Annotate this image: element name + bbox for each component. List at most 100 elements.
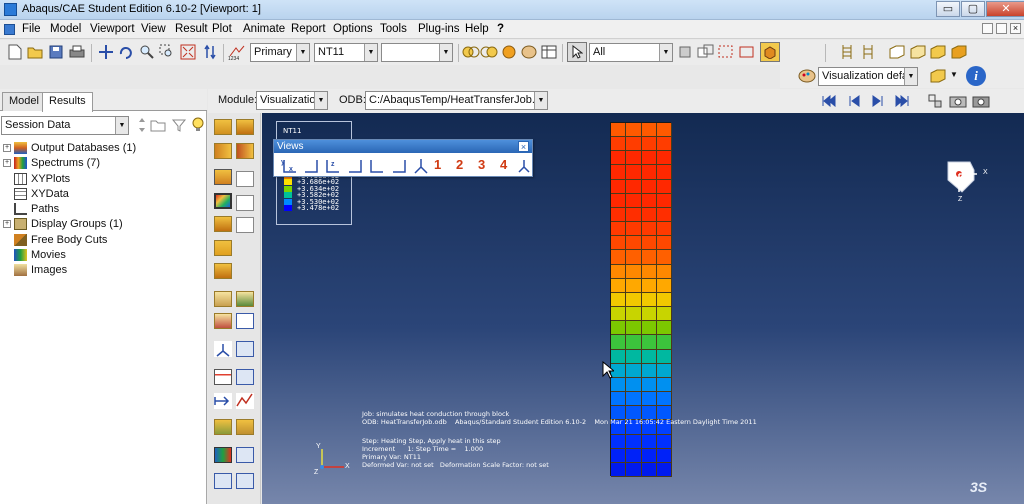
view-triad-icon[interactable]: [516, 157, 532, 175]
display-options-icon[interactable]: [929, 67, 947, 85]
plot-undeformed-icon[interactable]: [214, 119, 232, 135]
chevron-down-icon[interactable]: ▼: [364, 44, 377, 61]
menu-animate[interactable]: Animate: [243, 23, 285, 35]
open-folder-icon[interactable]: [26, 43, 44, 61]
report-field-output-icon[interactable]: [214, 369, 232, 385]
magnify-icon[interactable]: [138, 43, 156, 61]
stream-manager-icon[interactable]: [236, 419, 254, 435]
color-code-dialog-icon[interactable]: [214, 447, 232, 463]
last-frame-icon[interactable]: [893, 92, 911, 110]
allow-multiple-plots-icon[interactable]: [214, 216, 232, 232]
triad-icon[interactable]: [214, 341, 232, 357]
assign-color-icon[interactable]: [480, 43, 498, 61]
xy-curve-icon[interactable]: [236, 393, 254, 409]
component-selector[interactable]: ▼: [381, 43, 453, 62]
tab-model[interactable]: Model: [2, 92, 46, 111]
view-bottom-icon[interactable]: [390, 157, 408, 175]
tree-item-display-groups[interactable]: + Display Groups (1): [0, 217, 205, 232]
camera-alt-icon[interactable]: [972, 92, 990, 110]
user-view-3-button[interactable]: 3: [478, 157, 485, 175]
tree-item-output-databases[interactable]: + Output Databases (1): [0, 141, 205, 156]
step-selector[interactable]: Primary ▼: [250, 43, 310, 62]
box-zoom-icon[interactable]: [158, 43, 176, 61]
table-icon[interactable]: [540, 43, 558, 61]
context-help-icon[interactable]: ?: [497, 23, 504, 35]
views-close-icon[interactable]: ×: [518, 141, 529, 152]
menu-model[interactable]: Model: [50, 23, 81, 35]
odb-select[interactable]: C:/AbaqusTemp/HeatTransferJob.odb ▼: [365, 91, 548, 110]
render-style-icon[interactable]: [760, 42, 780, 62]
tree-item-xyplots[interactable]: XYPlots: [0, 172, 205, 187]
info-icon[interactable]: i: [966, 66, 986, 86]
display-group-manager-icon[interactable]: [214, 473, 232, 489]
chevron-down-icon[interactable]: ▼: [904, 68, 917, 85]
animation-options-icon[interactable]: [236, 313, 254, 329]
menu-plot[interactable]: Plot: [212, 23, 232, 35]
menu-tools[interactable]: Tools: [380, 23, 407, 35]
highlight-lightbulb-icon[interactable]: [189, 116, 207, 134]
view-front-icon[interactable]: xy: [281, 157, 299, 175]
menu-options[interactable]: Options: [333, 23, 373, 35]
filter-tree-icon[interactable]: [170, 116, 188, 134]
auto-fit-icon[interactable]: [179, 43, 197, 61]
plot-material-orientation-icon[interactable]: [236, 171, 254, 187]
display-group-replace-icon[interactable]: [236, 473, 254, 489]
superimpose-options-icon[interactable]: [236, 217, 254, 233]
selection-filter[interactable]: All ▼: [589, 43, 673, 62]
menu-help[interactable]: Help: [465, 23, 489, 35]
view-left-icon[interactable]: z: [324, 157, 342, 175]
menu-report[interactable]: Report: [291, 23, 326, 35]
new-file-icon[interactable]: [6, 43, 24, 61]
tab-results[interactable]: Results: [42, 92, 93, 112]
menu-file[interactable]: File: [22, 23, 41, 35]
color-code-icon[interactable]: [462, 43, 480, 61]
box-select-icon[interactable]: [717, 43, 735, 61]
view-iso-icon[interactable]: [412, 157, 430, 175]
chevron-down-icon[interactable]: ▼: [115, 117, 128, 134]
overlay-plot-icon[interactable]: [214, 240, 232, 256]
drag-select-icon[interactable]: [738, 43, 756, 61]
visualization-defaults-select[interactable]: Visualization defaults ▼: [818, 67, 918, 86]
viewport-menu-icon[interactable]: [4, 24, 15, 35]
render-sphere-icon[interactable]: [500, 43, 518, 61]
user-view-4-button[interactable]: 4: [500, 157, 507, 175]
variable-selector[interactable]: NT11 ▼: [314, 43, 378, 62]
selection-options-icon[interactable]: [676, 43, 694, 61]
cycle-views-icon[interactable]: [201, 43, 219, 61]
palette-defaults-icon[interactable]: [798, 67, 816, 85]
viewport-minimize-icon[interactable]: [982, 23, 993, 34]
display-group-create-icon[interactable]: [236, 447, 254, 463]
user-view-2-button[interactable]: 2: [456, 157, 463, 175]
menu-result[interactable]: Result: [175, 23, 208, 35]
iso-view-icon[interactable]: [888, 43, 906, 61]
minimize-button[interactable]: ▭: [936, 1, 960, 17]
previous-frame-icon[interactable]: [845, 92, 863, 110]
save-icon[interactable]: [47, 43, 65, 61]
first-frame-icon[interactable]: [820, 92, 838, 110]
ladder-icon[interactable]: [838, 43, 856, 61]
menu-view[interactable]: View: [141, 23, 166, 35]
session-data-select[interactable]: Session Data ▼: [1, 116, 129, 135]
palette-icon[interactable]: [520, 43, 538, 61]
tree-item-paths[interactable]: Paths: [0, 202, 205, 217]
expand-tree-icon[interactable]: [149, 116, 167, 134]
print-icon[interactable]: [68, 43, 86, 61]
plot-symbols-icon[interactable]: [214, 169, 232, 185]
top-view-icon[interactable]: [929, 43, 947, 61]
menu-plugins[interactable]: Plug-ins: [418, 23, 460, 35]
animate-time-history-icon[interactable]: [236, 291, 254, 307]
plot-deformed-icon[interactable]: [236, 119, 254, 135]
create-xy-data-icon[interactable]: [236, 369, 254, 385]
maximize-button[interactable]: ▢: [961, 1, 985, 17]
chevron-down-icon[interactable]: ▼: [296, 44, 309, 61]
contour-options-icon[interactable]: [236, 195, 254, 211]
view-right-icon[interactable]: [346, 157, 364, 175]
viewport-close-icon[interactable]: ×: [1010, 23, 1021, 34]
select-entities-icon[interactable]: [697, 43, 715, 61]
expand-plus-icon[interactable]: +: [3, 220, 11, 229]
view-cut-manager-icon[interactable]: [236, 341, 254, 357]
3d-compass-icon[interactable]: X Z: [946, 158, 988, 203]
common-options-icon[interactable]: [214, 263, 232, 279]
tree-item-spectrums[interactable]: + Spectrums (7): [0, 156, 205, 171]
view-top-icon[interactable]: [368, 157, 386, 175]
